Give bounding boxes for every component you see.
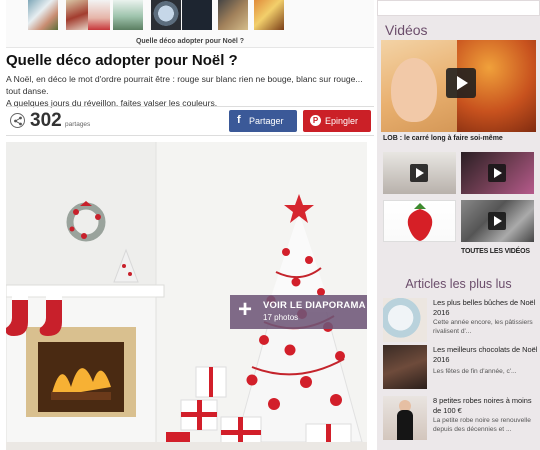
gallery-thumbnail[interactable] bbox=[218, 0, 248, 30]
gallery-thumbnail-strip: Quelle déco adopter pour Noël ? bbox=[6, 0, 374, 48]
featured-video[interactable] bbox=[381, 40, 536, 132]
article-intro-line: A Noël, en déco le mot d'ordre pourrait … bbox=[6, 74, 363, 96]
most-read-item[interactable]: Les meilleurs chocolats de Noël 2016 Les… bbox=[383, 345, 538, 393]
most-read-title[interactable]: Les meilleurs chocolats de Noël 2016 bbox=[433, 345, 538, 364]
pinterest-pin-button[interactable]: P Epingler bbox=[303, 110, 371, 132]
gallery-thumbnail[interactable] bbox=[182, 0, 212, 30]
play-icon bbox=[488, 212, 506, 230]
sidebar: Vidéos LOB : le carré long à faire soi-m… bbox=[377, 0, 540, 450]
share-bar: 302 partages f Partager P Epingler bbox=[6, 106, 374, 136]
slideshow-count: 17 photos bbox=[263, 313, 299, 322]
facebook-share-button[interactable]: f Partager bbox=[229, 110, 297, 132]
video-thumbnail[interactable] bbox=[383, 200, 456, 242]
videos-heading: Vidéos bbox=[385, 22, 428, 38]
most-read-excerpt: La petite robe noire se renouvelle depui… bbox=[433, 417, 531, 433]
most-read-title[interactable]: Les plus belles bûches de Noël 2016 bbox=[433, 298, 538, 317]
featured-video-caption[interactable]: LOB : le carré long à faire soi-même bbox=[383, 135, 538, 142]
article-intro: A Noël, en déco le mot d'ordre pourrait … bbox=[6, 73, 374, 109]
play-icon[interactable] bbox=[446, 68, 476, 98]
play-icon bbox=[488, 164, 506, 182]
video-thumbnail-face bbox=[391, 58, 437, 122]
article-thumbnail[interactable] bbox=[383, 298, 427, 342]
gallery-thumbnail[interactable] bbox=[88, 0, 110, 30]
gallery-caption[interactable]: Quelle déco adopter pour Noël ? bbox=[6, 38, 374, 45]
hero-image[interactable]: + VOIR LE DIAPORAMA 17 photos bbox=[6, 142, 367, 450]
slideshow-label: VOIR LE DIAPORAMA bbox=[263, 300, 366, 311]
gallery-thumbnail[interactable] bbox=[113, 0, 143, 30]
facebook-share-label: Partager bbox=[249, 116, 284, 126]
strawberry-icon bbox=[407, 203, 433, 241]
share-count: 302 bbox=[30, 110, 62, 131]
facebook-icon: f bbox=[237, 114, 241, 126]
sidebar-top-box bbox=[377, 0, 540, 16]
article-title: Quelle déco adopter pour Noël ? bbox=[6, 52, 238, 69]
gallery-thumbnail[interactable] bbox=[28, 0, 58, 30]
pinterest-icon: P bbox=[310, 115, 321, 126]
article-thumbnail[interactable] bbox=[383, 345, 427, 389]
share-count-unit: partages bbox=[65, 121, 91, 128]
gallery-thumbnail[interactable] bbox=[151, 0, 181, 30]
play-icon bbox=[410, 164, 428, 182]
article-thumbnail[interactable] bbox=[383, 396, 427, 440]
most-read-excerpt: Les fêtes de fin d'année, c'... bbox=[433, 368, 517, 375]
video-thumbnail[interactable] bbox=[383, 152, 456, 194]
pinterest-pin-label: Epingler bbox=[325, 116, 359, 126]
slideshow-button[interactable]: + VOIR LE DIAPORAMA 17 photos bbox=[230, 295, 367, 329]
most-read-item[interactable]: Les plus belles bûches de Noël 2016 Cett… bbox=[383, 298, 538, 346]
video-thumbnail[interactable] bbox=[461, 200, 534, 242]
plus-icon: + bbox=[238, 296, 253, 323]
most-read-excerpt: Cette année encore, les pâtissiers rival… bbox=[433, 319, 533, 335]
video-thumbnail[interactable] bbox=[461, 152, 534, 194]
most-read-item[interactable]: 8 petites robes noires à moins de 100 € … bbox=[383, 396, 538, 444]
gallery-thumbnail[interactable] bbox=[254, 0, 284, 30]
share-icon bbox=[10, 113, 25, 128]
most-read-heading: Articles les plus lus bbox=[405, 277, 512, 291]
all-videos-link[interactable]: TOUTES LES VIDÉOS bbox=[461, 248, 530, 255]
most-read-title[interactable]: 8 petites robes noires à moins de 100 € bbox=[433, 396, 538, 415]
